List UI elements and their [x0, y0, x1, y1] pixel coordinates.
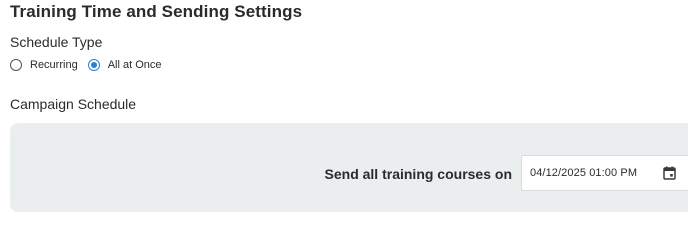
- calendar-icon[interactable]: [662, 166, 676, 180]
- send-datetime-field[interactable]: 04/12/2025 01:00 PM: [521, 155, 688, 191]
- campaign-schedule-label: Campaign Schedule: [10, 96, 137, 112]
- campaign-schedule-panel: Send all training courses on 04/12/2025 …: [10, 123, 688, 212]
- radio-all-at-once-label: All at Once: [107, 59, 162, 71]
- radio-option-recurring[interactable]: Recurring: [10, 59, 78, 71]
- radio-recurring-label: Recurring: [30, 59, 78, 71]
- radio-option-all-at-once[interactable]: All at Once: [87, 59, 162, 71]
- radio-recurring[interactable]: [10, 59, 22, 71]
- schedule-type-radio-group: Recurring All at Once: [10, 59, 172, 71]
- section-title: Training Time and Sending Settings: [10, 2, 303, 21]
- training-settings-page: Training Time and Sending Settings Sched…: [0, 0, 688, 219]
- send-courses-label: Send all training courses on: [324, 166, 512, 182]
- send-datetime-value[interactable]: 04/12/2025 01:00 PM: [530, 167, 662, 179]
- radio-selected-dot: [90, 62, 97, 68]
- schedule-type-label: Schedule Type: [10, 34, 103, 50]
- radio-all-at-once[interactable]: [87, 59, 100, 71]
